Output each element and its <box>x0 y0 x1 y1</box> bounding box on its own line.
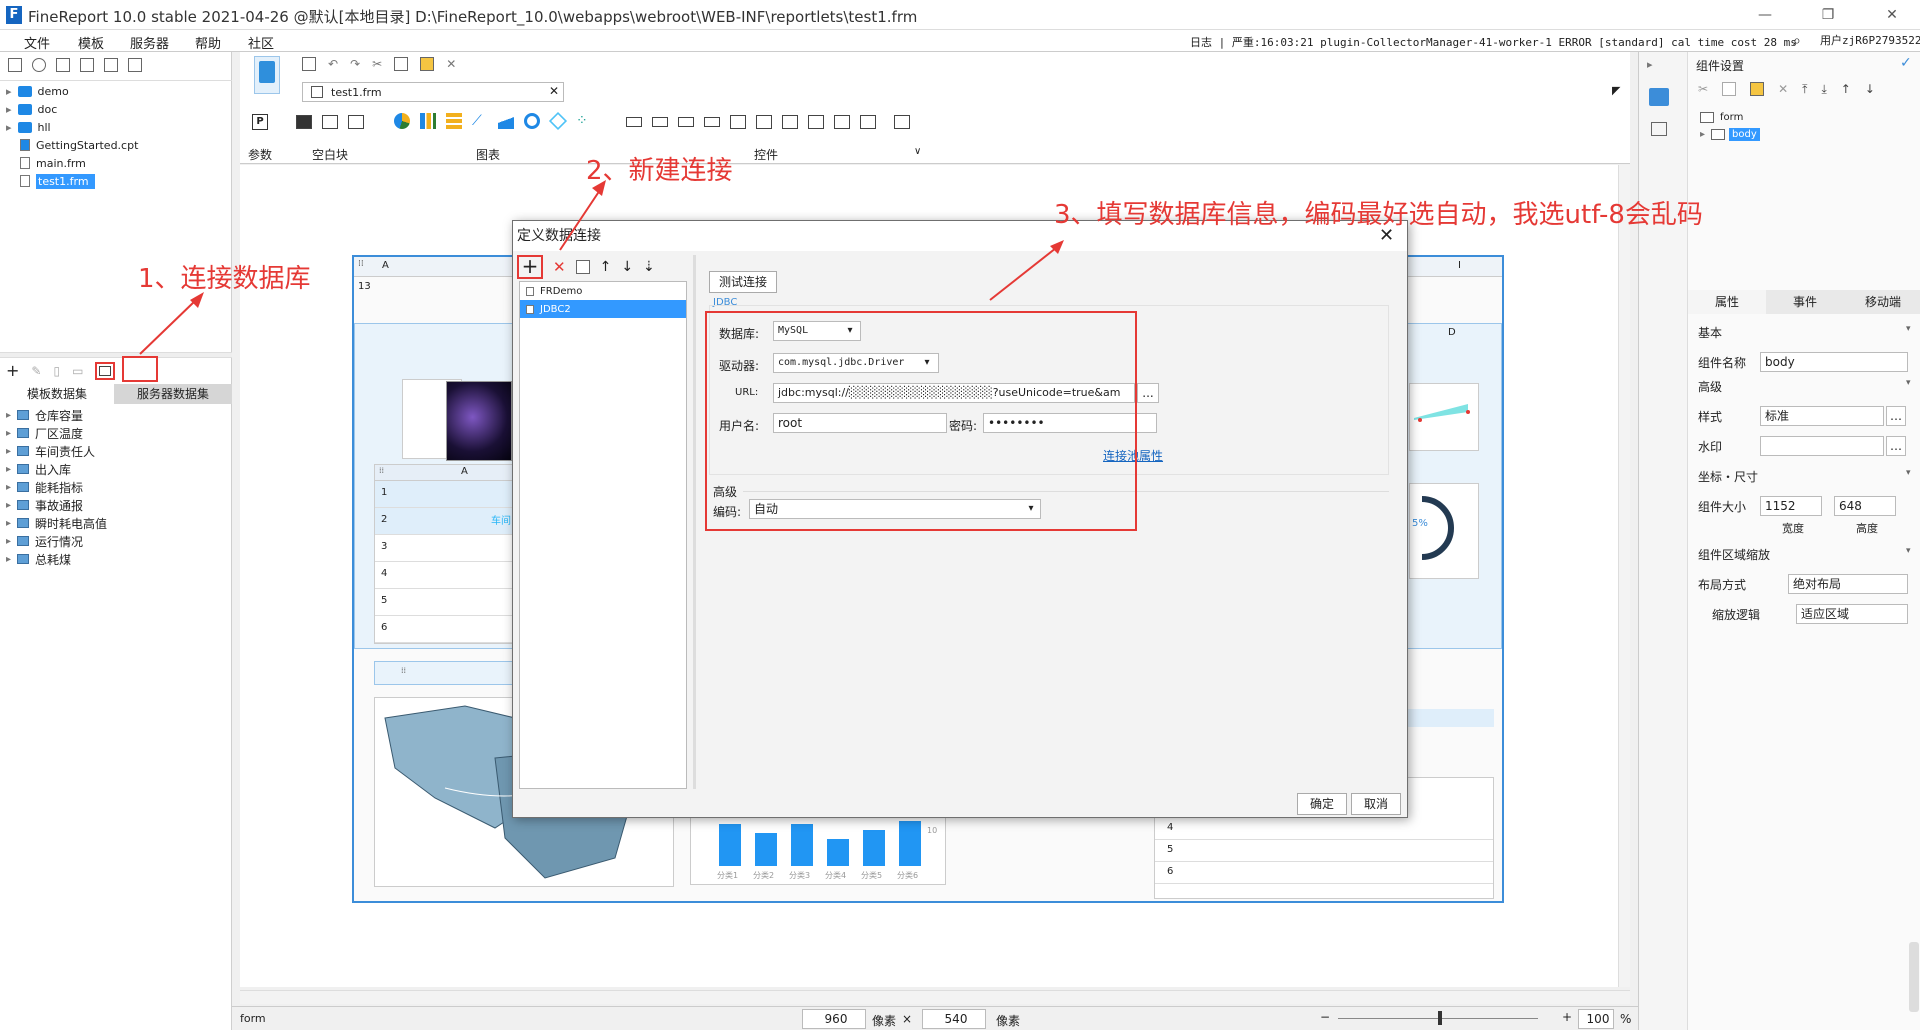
annotation-arrows <box>139 180 1064 355</box>
annotation-step-3: 3、填写数据库信息，编码最好选自动，我选utf-8会乱码 <box>1054 200 1703 230</box>
annotation-step-2: 2、新建连接 <box>586 156 733 186</box>
annotation-step-1: 1、连接数据库 <box>138 264 311 294</box>
